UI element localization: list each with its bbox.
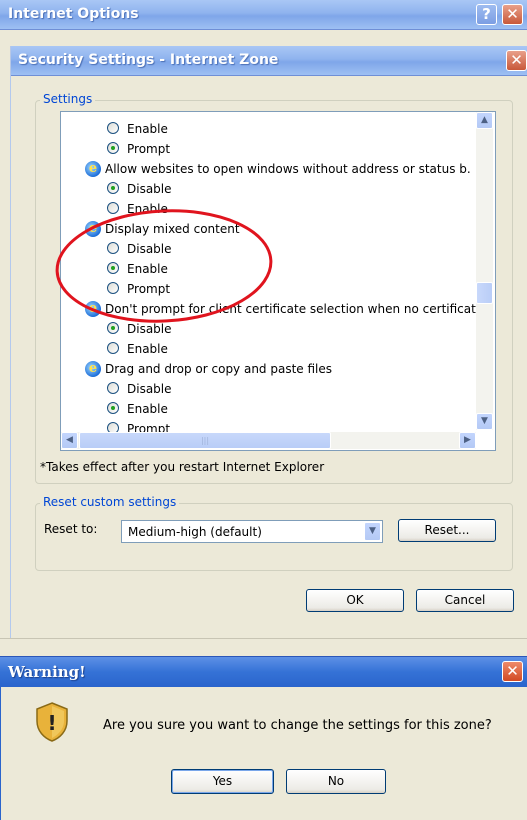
settings-group-label: Settings [40, 92, 96, 106]
yes-button[interactable]: Yes [171, 769, 274, 794]
radio-option[interactable]: Enable [107, 199, 168, 219]
radio-button[interactable] [107, 322, 119, 334]
radio-label: Enable [127, 342, 168, 356]
reset-to-label: Reset to: [44, 522, 98, 536]
radio-option[interactable]: Prompt [107, 279, 170, 299]
radio-label: Prompt [127, 282, 171, 296]
warning-close-button[interactable]: ✕ [502, 661, 523, 682]
radio-button[interactable] [107, 262, 119, 274]
scroll-right-button[interactable]: ▶ [459, 432, 476, 449]
help-button[interactable]: ? [476, 4, 497, 25]
radio-option[interactable]: Enable [107, 259, 168, 279]
chevron-down-icon[interactable]: ▼ [364, 522, 381, 541]
radio-button[interactable] [107, 202, 119, 214]
setting-category: e Don't prompt for client certificate se… [85, 299, 476, 319]
reset-level-value: Medium-high (default) [128, 525, 262, 539]
window-frame [0, 30, 527, 46]
radio-button[interactable] [107, 242, 119, 254]
internet-explorer-icon: e [85, 221, 101, 237]
radio-button[interactable] [107, 382, 119, 394]
radio-option[interactable]: Disable [107, 239, 172, 259]
category-label: Don't prompt for client certificate sele… [105, 302, 476, 316]
warning-titlebar: Warning! ✕ [0, 656, 527, 687]
internet-options-titlebar: Internet Options ? ✕ [0, 0, 527, 30]
setting-category: e Drag and drop or copy and paste files [85, 359, 332, 379]
category-label: Display mixed content [105, 222, 240, 236]
warning-message: Are you sure you want to change the sett… [103, 718, 492, 733]
radio-label: Enable [127, 202, 168, 216]
radio-button[interactable] [107, 282, 119, 294]
radio-option[interactable]: Enable [107, 339, 168, 359]
radio-label: Enable [127, 122, 168, 136]
reset-button[interactable]: Reset... [398, 519, 496, 542]
radio-button[interactable] [107, 342, 119, 354]
internet-explorer-icon: e [85, 161, 101, 177]
category-label: Drag and drop or copy and paste files [105, 362, 333, 376]
dialog-title: Security Settings - Internet Zone [18, 52, 279, 68]
window-frame-bottom [0, 638, 527, 657]
restart-note: *Takes effect after you restart Internet… [40, 460, 325, 474]
radio-label: Disable [127, 322, 172, 336]
radio-option[interactable]: Disable [107, 319, 172, 339]
radio-label: Prompt [127, 142, 171, 156]
horizontal-scroll-thumb[interactable]: ||| [79, 432, 331, 449]
setting-category: e Display mixed content [85, 219, 240, 239]
security-close-button[interactable]: ✕ [506, 50, 527, 71]
radio-label: Disable [127, 182, 172, 196]
radio-button[interactable] [107, 402, 119, 414]
warning-dialog-body [0, 687, 527, 820]
radio-button[interactable] [107, 142, 119, 154]
window-title: Internet Options [8, 6, 139, 22]
svg-text:!: ! [47, 711, 56, 735]
scroll-down-button[interactable]: ▼ [476, 413, 493, 430]
internet-explorer-icon: e [85, 301, 101, 317]
close-button[interactable]: ✕ [502, 4, 523, 25]
internet-explorer-icon: e [85, 361, 101, 377]
setting-category: e Allow websites to open windows without… [85, 159, 471, 179]
no-button[interactable]: No [286, 769, 386, 794]
reset-level-select[interactable]: Medium-high (default) ▼ [121, 520, 383, 543]
radio-label: Disable [127, 242, 172, 256]
radio-button[interactable] [107, 122, 119, 134]
settings-list[interactable]: Enable Prompt e Allow websites to open w… [60, 111, 496, 451]
cancel-button[interactable]: Cancel [416, 589, 514, 612]
reset-group-label: Reset custom settings [40, 495, 180, 509]
vertical-scroll-thumb[interactable] [476, 282, 493, 304]
vertical-scrollbar[interactable]: ▲ ▼ [476, 112, 493, 430]
radio-button[interactable] [107, 182, 119, 194]
radio-option[interactable]: Disable [107, 379, 172, 399]
radio-label: Enable [127, 402, 168, 416]
radio-option[interactable]: Disable [107, 179, 172, 199]
warning-title: Warning! [8, 663, 86, 681]
radio-label: Enable [127, 262, 168, 276]
security-shield-icon: ! [36, 702, 68, 742]
radio-option[interactable]: Enable [107, 119, 168, 139]
radio-option[interactable]: Prompt [107, 139, 170, 159]
scroll-up-button[interactable]: ▲ [476, 112, 493, 129]
radio-option[interactable]: Enable [107, 399, 168, 419]
category-label: Allow websites to open windows without a… [105, 162, 471, 176]
radio-label: Disable [127, 382, 172, 396]
security-settings-titlebar: Security Settings - Internet Zone ✕ [10, 46, 527, 76]
scroll-left-button[interactable]: ◀ [61, 432, 78, 449]
ok-button[interactable]: OK [306, 589, 404, 612]
horizontal-scrollbar[interactable]: ◀ ||| ▶ [61, 432, 476, 449]
